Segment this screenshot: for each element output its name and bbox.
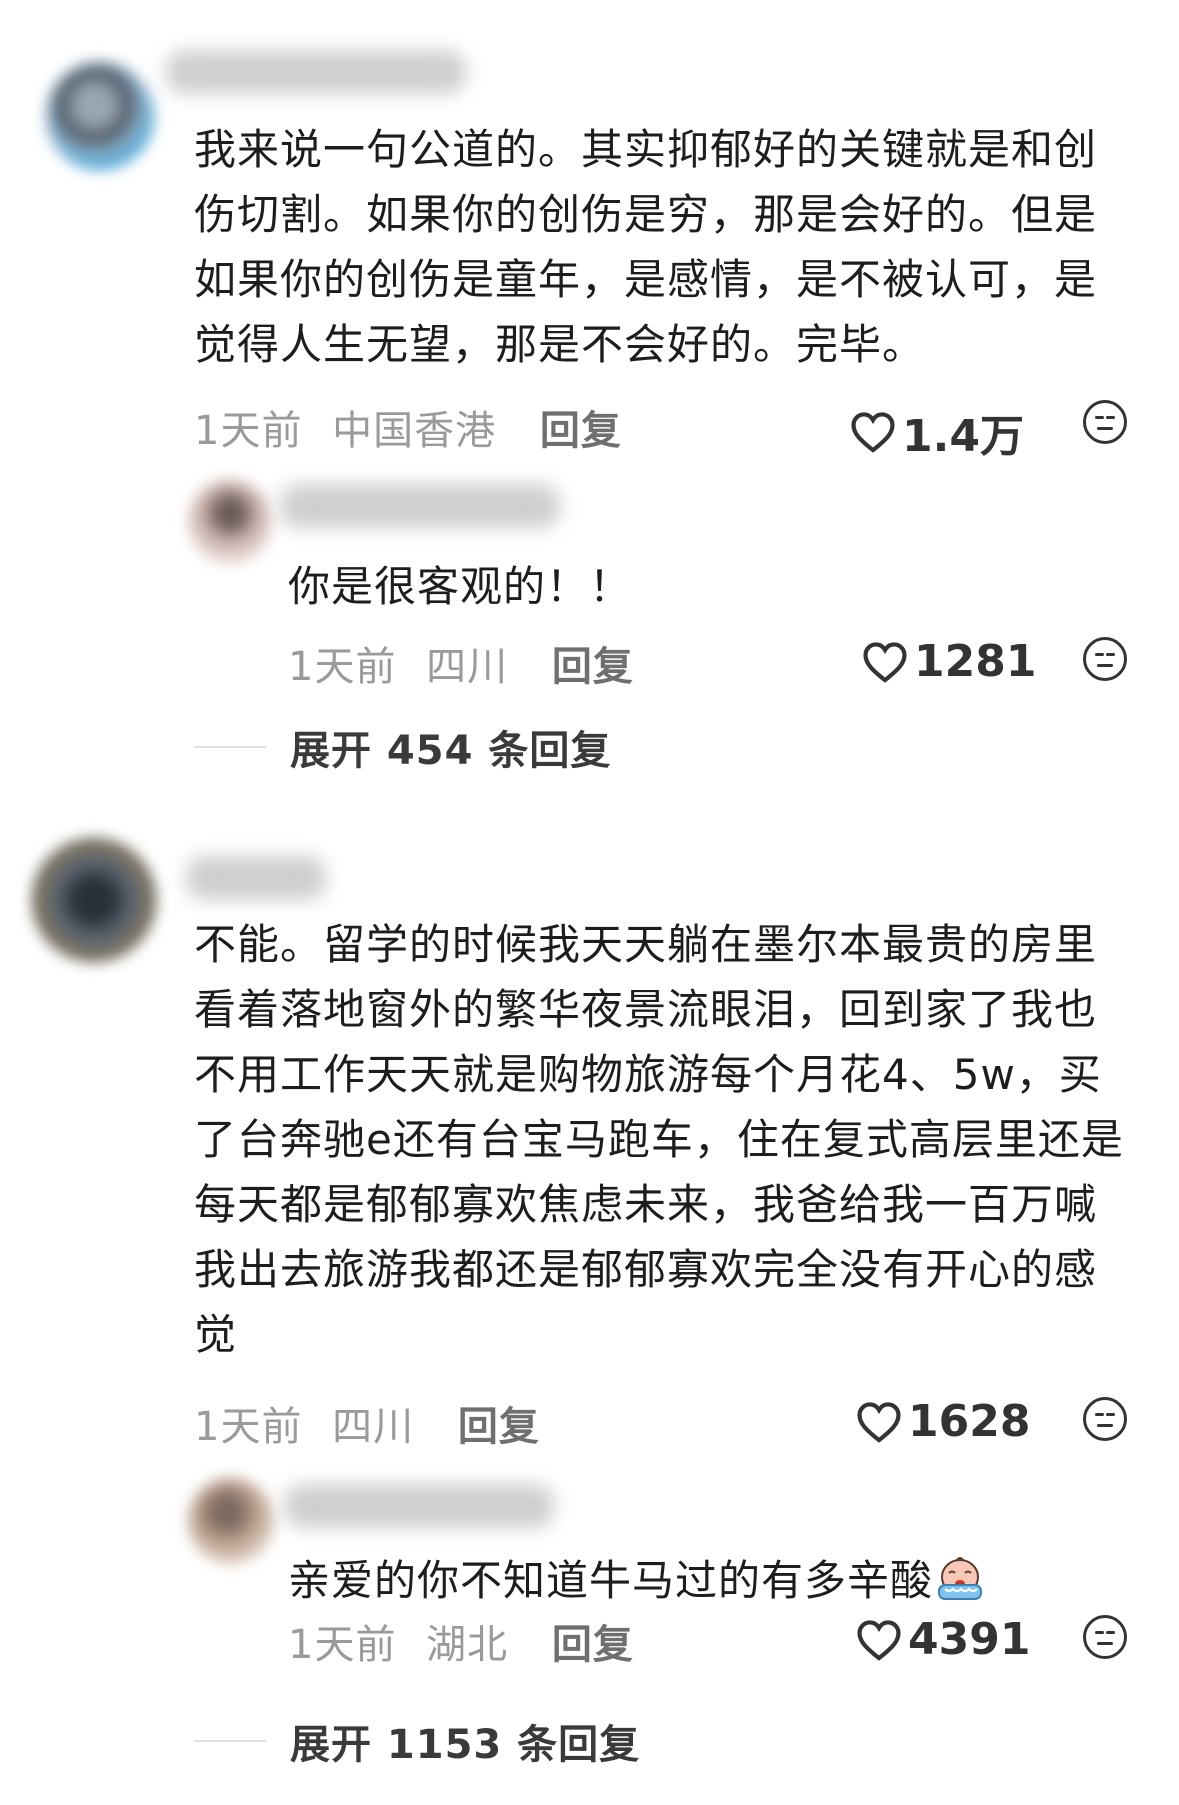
like-button[interactable]: 1.4万 — [850, 400, 1024, 464]
divider-line — [194, 1740, 266, 1742]
reply-button[interactable]: 回复 — [552, 644, 634, 690]
like-count: 1281 — [914, 636, 1037, 687]
like-button[interactable]: 1281 — [862, 636, 1036, 687]
comment-meta: 1天前 中国香港 回复 — [194, 398, 622, 456]
username-blurred[interactable] — [166, 50, 466, 94]
reply-meta: 1天前 四川 回复 — [288, 634, 634, 692]
reply-button[interactable]: 回复 — [458, 1404, 540, 1450]
expand-replies-button[interactable]: 展开 454 条回复 — [194, 718, 611, 776]
timestamp: 1天前 — [288, 644, 397, 690]
unamused-face-icon[interactable] — [1083, 400, 1127, 444]
reply-text: 你是很客观的！！ — [288, 562, 633, 611]
unamused-face-icon[interactable] — [1083, 637, 1127, 681]
comment-text: 我来说一句公道的。其实抑郁好的关键就是和创伤切割。如果你的创伤是穷，那是会好的。… — [194, 125, 1098, 369]
expand-replies-label: 展开 454 条回复 — [290, 728, 612, 774]
expand-replies-label: 展开 1153 条回复 — [290, 1722, 641, 1768]
heart-outline-icon — [857, 1619, 901, 1661]
location: 四川 — [332, 1404, 415, 1450]
reply-avatar[interactable] — [188, 480, 272, 564]
reply-text-content: 亲爱的你不知道牛马过的有多辛酸 — [288, 1556, 934, 1605]
crying-face-emoji-icon — [938, 1557, 983, 1600]
location: 湖北 — [426, 1622, 509, 1668]
heart-outline-icon — [863, 641, 907, 683]
like-count: 1.4万 — [902, 411, 1024, 462]
reply-username-blurred[interactable] — [280, 484, 560, 528]
unamused-face-icon[interactable] — [1083, 1615, 1127, 1659]
like-button[interactable]: 4391 — [856, 1614, 1030, 1665]
location: 中国香港 — [332, 408, 497, 454]
username-blurred[interactable] — [186, 856, 326, 900]
reply-meta: 1天前 湖北 回复 — [288, 1612, 634, 1670]
reply-button[interactable]: 回复 — [540, 408, 622, 454]
comment-meta: 1天前 四川 回复 — [194, 1394, 540, 1452]
like-count: 1628 — [908, 1396, 1031, 1447]
like-button[interactable]: 1628 — [856, 1396, 1030, 1447]
unamused-face-icon[interactable] — [1083, 1397, 1127, 1441]
location: 四川 — [426, 644, 509, 690]
heart-outline-icon — [851, 412, 895, 453]
timestamp: 1天前 — [288, 1622, 397, 1668]
heart-outline-icon — [857, 1401, 901, 1443]
timestamp: 1天前 — [194, 1404, 303, 1450]
expand-replies-button[interactable]: 展开 1153 条回复 — [194, 1712, 640, 1770]
avatar[interactable] — [46, 62, 154, 170]
reply-text: 亲爱的你不知道牛马过的有多辛酸 — [288, 1548, 1068, 1613]
timestamp: 1天前 — [194, 408, 303, 454]
reply-button[interactable]: 回复 — [552, 1622, 634, 1668]
reply-avatar[interactable] — [188, 1478, 274, 1564]
divider-line — [194, 746, 266, 748]
like-count: 4391 — [908, 1614, 1031, 1665]
reply-username-blurred[interactable] — [284, 1484, 554, 1528]
comment-text: 不能。留学的时候我天天躺在墨尔本最贵的房里看着落地窗外的繁华夜景流眼泪，回到家了… — [194, 920, 1124, 1359]
avatar[interactable] — [32, 838, 156, 962]
